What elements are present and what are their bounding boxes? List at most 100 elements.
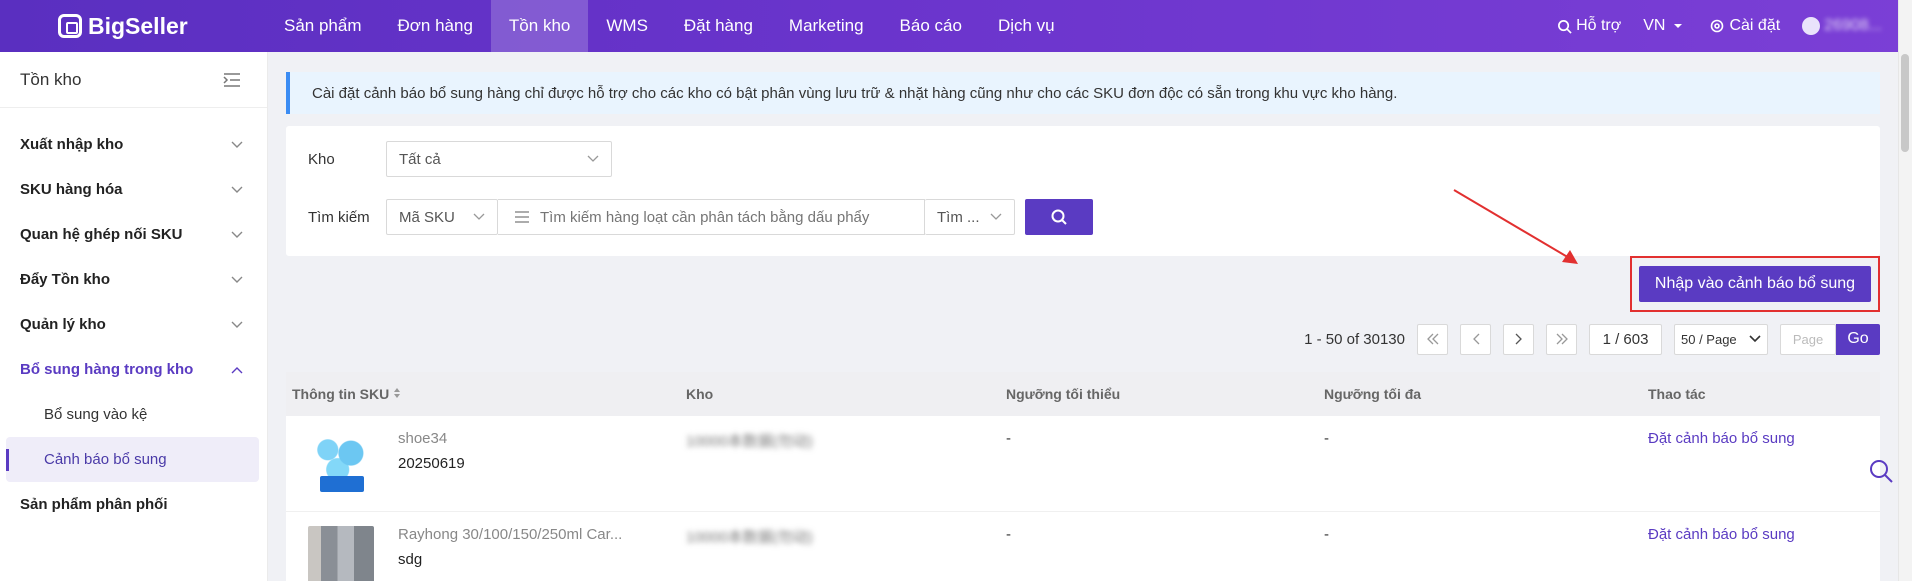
min-threshold-cell: - [1006,526,1011,543]
search-button[interactable] [1025,199,1093,235]
page-scrollbar[interactable] [1898,0,1912,581]
sku-code: 20250619 [398,455,465,472]
user-menu[interactable]: 26908... [1802,17,1882,35]
search-type-select[interactable]: Mã SKU [386,199,498,235]
nav-don-hang[interactable]: Đơn hàng [380,0,491,52]
main-content: Cài đặt cảnh báo bổ sung hàng chỉ được h… [286,72,1880,581]
page-size-value: 50 / Page [1681,331,1737,347]
highlight-box: Nhập vào cảnh báo bổ sung [1630,256,1880,312]
chevron-right-icon [1515,333,1522,345]
language-selector[interactable]: VN [1643,17,1687,35]
nav-wms[interactable]: WMS [588,0,666,52]
col-actions: Thao tác [1648,386,1706,402]
set-restock-alert-link[interactable]: Đặt cảnh báo bổ sung [1648,430,1880,447]
max-threshold-cell: - [1324,526,1329,543]
sku-text: Rayhong 30/100/150/250ml Car... sdg [398,526,622,581]
main-nav: Sản phẩm Đơn hàng Tồn kho WMS Đặt hàng M… [266,0,1073,52]
settings-label: Cài đặt [1729,17,1781,34]
nav-bao-cao[interactable]: Báo cáo [882,0,980,52]
product-thumbnail[interactable] [308,430,374,496]
chevron-down-icon [473,213,485,220]
bigseller-logo[interactable]: BigSeller [0,13,250,40]
sidebar-item-label: Xuất nhập kho [20,136,124,153]
sidebar-item-quan-ly-kho[interactable]: Quản lý kho [0,302,267,347]
max-threshold-cell: - [1324,430,1329,447]
goto-page-input[interactable]: Page [1780,323,1836,355]
sidebar-item-label: Sản phẩm phân phối [20,496,168,513]
user-name: 26908... [1824,17,1882,34]
sidebar-menu: Xuất nhập kho SKU hàng hóa Quan hệ ghép … [0,108,267,527]
warehouse-label: Kho [308,150,335,168]
warehouse-filter-row: Kho Tất cả [308,140,1858,178]
floating-search-icon[interactable] [1868,458,1894,484]
search-mode-value: Tìm ... [937,208,980,226]
search-type-value: Mã SKU [399,208,455,226]
sidebar-item-label: Quản lý kho [20,316,106,333]
nav-marketing[interactable]: Marketing [771,0,882,52]
sidebar-subitem-canh-bao-bo-sung[interactable]: Cảnh báo bổ sung [6,437,259,482]
chevron-up-icon [231,366,243,373]
double-chevron-right-icon [1556,333,1568,345]
col-max-threshold: Ngưỡng tối đa [1324,386,1422,402]
chevron-down-icon [231,276,243,283]
sku-text: shoe34 20250619 [398,430,465,496]
gear-icon [1711,19,1724,33]
sidebar-item-san-pham-phan-phoi[interactable]: Sản phẩm phân phối [0,482,267,527]
first-page-button[interactable] [1417,323,1448,355]
pagination-summary: 1 - 50 of 30130 [1304,330,1405,348]
last-page-button[interactable] [1546,323,1577,355]
product-thumbnail[interactable] [308,526,374,581]
search-filter-row: Tìm kiếm Mã SKU Tìm ... [308,198,1858,236]
sidebar-subitem-label: Bổ sung vào kệ [44,406,148,423]
collapse-menu-icon[interactable] [223,72,241,88]
nav-dich-vu[interactable]: Dịch vụ [980,0,1073,52]
list-icon [515,211,529,223]
sidebar: Tồn kho Xuất nhập kho SKU hàng hóa Quan … [0,52,268,581]
go-button[interactable]: Go [1836,323,1880,355]
avatar [1802,17,1821,35]
search-input[interactable] [540,208,900,226]
import-restock-alert-button[interactable]: Nhập vào cảnh báo bổ sung [1639,266,1871,302]
sidebar-item-day-ton-kho[interactable]: Đẩy Tồn kho [0,257,267,302]
nav-san-pham[interactable]: Sản phẩm [266,0,380,52]
bulk-search-field[interactable] [498,199,925,235]
next-page-button[interactable] [1503,323,1534,355]
page-size-select[interactable]: 50 / Page [1674,323,1768,355]
nav-right-group: Hỗ trợ VN Cài đặt 26908... [1557,0,1912,52]
product-name: Rayhong 30/100/150/250ml Car... [398,526,623,543]
search-mode-select[interactable]: Tìm ... [925,199,1015,235]
chevron-left-icon [1472,333,1479,345]
pagination: 1 - 50 of 30130 1 / 603 50 / Page Page G… [286,318,1880,360]
table-header: Thông tin SKU Kho Ngưỡng tối thiểu Ngưỡn… [286,372,1880,416]
help-link[interactable]: Hỗ trợ [1557,17,1621,35]
search-label: Tìm kiếm [308,208,370,226]
sku-cell: Rayhong 30/100/150/250ml Car... sdg [286,526,686,581]
nav-dat-hang[interactable]: Đặt hàng [666,0,771,52]
settings-link[interactable]: Cài đặt [1709,17,1780,35]
chevron-down-icon [990,213,1002,220]
sku-code: sdg [398,551,423,568]
search-icon [1051,209,1067,225]
info-notice: Cài đặt cảnh báo bổ sung hàng chỉ được h… [286,72,1880,114]
chevron-down-icon [1749,335,1761,343]
sidebar-title: Tồn kho [20,69,82,89]
col-sku-info[interactable]: Thông tin SKU [286,386,686,402]
sidebar-item-xuat-nhap-kho[interactable]: Xuất nhập kho [0,122,267,167]
nav-ton-kho[interactable]: Tồn kho [490,0,589,52]
warehouse-select[interactable]: Tất cả [386,141,612,177]
search-icon [1558,19,1572,34]
col-warehouse: Kho [686,386,714,402]
product-name: shoe34 [398,430,448,447]
table-row: shoe34 20250619 10000本数据(勿动) - - Đặt cản… [286,416,1880,512]
sidebar-item-sku-hang-hoa[interactable]: SKU hàng hóa [0,167,267,212]
scrollbar-thumb[interactable] [1901,54,1909,152]
set-restock-alert-link[interactable]: Đặt cảnh báo bổ sung [1648,526,1880,543]
sidebar-subitem-bo-sung-vao-ke[interactable]: Bổ sung vào kệ [6,392,259,437]
sidebar-item-quan-he-ghep-noi-sku[interactable]: Quan hệ ghép nối SKU [0,212,267,257]
chevron-down-icon [231,321,243,328]
caret-down-icon [1674,24,1683,28]
sidebar-item-bo-sung-hang-trong-kho[interactable]: Bổ sung hàng trong kho [0,347,267,392]
sidebar-item-label: SKU hàng hóa [20,181,123,198]
table-row: Rayhong 30/100/150/250ml Car... sdg 1000… [286,512,1880,581]
prev-page-button[interactable] [1460,323,1491,355]
